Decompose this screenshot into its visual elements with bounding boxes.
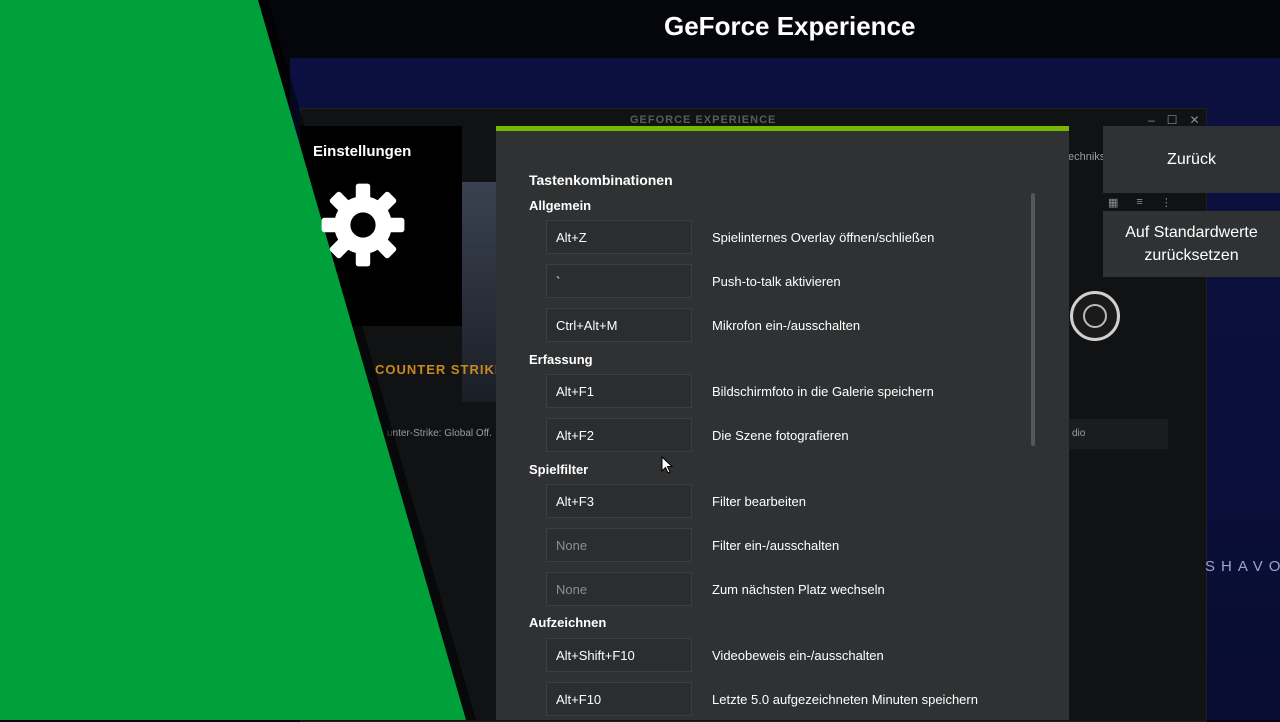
section-heading: Aufzeichnen: [529, 615, 607, 630]
shortcut-label: Die Szene fotografieren: [712, 427, 849, 443]
shortcut-key-field[interactable]: Ctrl+Alt+M: [546, 308, 692, 342]
shortcut-label: Filter bearbeiten: [712, 493, 806, 509]
shortcut-key-field[interactable]: Alt+F2: [546, 418, 692, 452]
obs-logo-inner: [1083, 304, 1107, 328]
grid-icon: ▦: [1108, 197, 1119, 209]
shortcut-row: Alt+F3 Filter bearbeiten: [546, 483, 806, 519]
settings-label: Einstellungen: [313, 143, 412, 160]
shortcut-key-field[interactable]: Alt+Shift+F10: [546, 638, 692, 672]
background-tab-label: echniks: [1068, 151, 1106, 163]
maximize-icon: ☐: [1166, 113, 1178, 127]
mouse-cursor-icon: [661, 456, 673, 474]
reset-defaults-button[interactable]: Auf Standardwerte zurücksetzen: [1103, 211, 1280, 277]
shortcut-row: Ctrl+Alt+M Mikrofon ein-/ausschalten: [546, 307, 860, 343]
background-toolbar: ▦ ≡ ⋮: [1108, 196, 1172, 209]
more-icon: ⋮: [1160, 197, 1172, 209]
gear-icon: [321, 183, 405, 267]
shortcut-key-field[interactable]: `: [546, 264, 692, 298]
shortcut-label: Spielinternes Overlay öffnen/schließen: [712, 229, 935, 245]
shortcut-key-field[interactable]: Alt+F10: [546, 682, 692, 716]
shortcut-key-field[interactable]: Alt+F1: [546, 374, 692, 408]
background-window-title: GEFORCE EXPERIENCE: [630, 114, 777, 126]
filter-icon: ≡: [1136, 196, 1143, 208]
close-icon: ✕: [1189, 113, 1200, 127]
background-game-bar-label: dio: [1072, 428, 1086, 439]
section-heading: Allgemein: [529, 198, 592, 213]
background-window-controls: – ☐ ✕: [1148, 113, 1200, 127]
shortcut-label: Bildschirmfoto in die Galerie speichern: [712, 383, 934, 399]
shortcut-key-field[interactable]: Alt+Z: [546, 220, 692, 254]
minimize-icon: –: [1148, 113, 1155, 127]
shortcut-key-field[interactable]: Alt+F3: [546, 484, 692, 518]
shortcut-row: Alt+F10 Letzte 5.0 aufgezeichneten Minut…: [546, 681, 978, 717]
shortcut-row: Alt+Z Spielinternes Overlay öffnen/schli…: [546, 219, 934, 255]
watermark: SHAVO: [1205, 558, 1280, 575]
shortcut-label: Zum nächsten Platz wechseln: [712, 581, 885, 597]
panel-title: Tastenkombinationen: [529, 172, 673, 188]
shortcut-label: Push-to-talk aktivieren: [712, 273, 841, 289]
section-heading: Spielfilter: [529, 462, 589, 477]
shortcut-row: ` Push-to-talk aktivieren: [546, 263, 841, 299]
shortcut-key-field[interactable]: None: [546, 572, 692, 606]
background-game-logo: COUNTER STRIKE: [375, 362, 505, 377]
shortcut-label: Videobeweis ein-/ausschalten: [712, 647, 884, 663]
back-button[interactable]: Zurück: [1103, 126, 1280, 193]
shortcut-row: Alt+F1 Bildschirmfoto in die Galerie spe…: [546, 373, 934, 409]
shortcut-row: None Zum nächsten Platz wechseln: [546, 571, 885, 607]
shortcut-row: Alt+F2 Die Szene fotografieren: [546, 417, 849, 453]
shortcut-row: None Filter ein-/ausschalten: [546, 527, 839, 563]
shortcut-row: Alt+Shift+F10 Videobeweis ein-/ausschalt…: [546, 637, 884, 673]
scrollbar[interactable]: [1031, 193, 1035, 446]
shortcut-label: Letzte 5.0 aufgezeichneten Minuten speic…: [712, 691, 978, 707]
section-heading: Erfassung: [529, 352, 593, 367]
shortcut-label: Filter ein-/ausschalten: [712, 537, 840, 553]
shortcut-label: Mikrofon ein-/ausschalten: [712, 317, 861, 333]
background-game-label: unter-Strike: Global Off.: [387, 428, 492, 439]
page-title: GeForce Experience: [664, 11, 916, 41]
shortcut-key-field[interactable]: None: [546, 528, 692, 562]
shortcuts-panel: Tastenkombinationen Allgemein Alt+Z Spie…: [496, 126, 1069, 720]
